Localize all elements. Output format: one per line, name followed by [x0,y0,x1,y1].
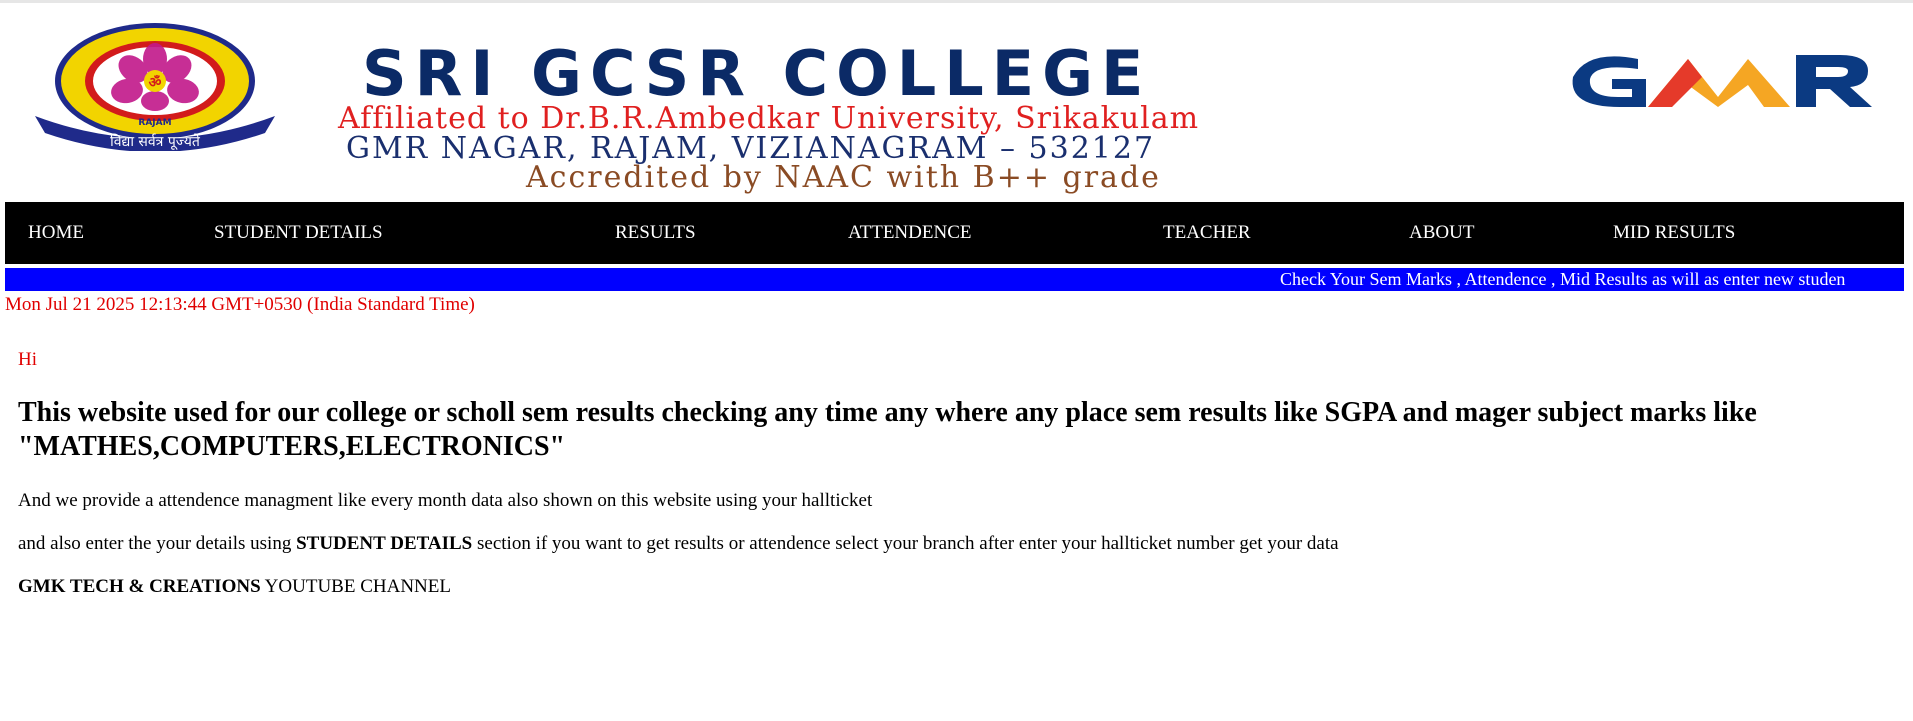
student-details-emphasis: STUDENT DETAILS [296,533,473,554]
nav-attendence-link[interactable]: ATTENDENCE [848,202,971,264]
channel-suffix: YOUTUBE CHANNEL [260,576,451,597]
channel-name: GMK TECH & CREATIONS [18,576,261,597]
nav-results-link[interactable]: RESULTS [615,202,696,264]
announcement-marquee: Check Your Sem Marks , Attendence , Mid … [5,268,1904,291]
marquee-text: Check Your Sem Marks , Attendence , Mid … [1280,269,1846,289]
college-title: SRI GCSR COLLEGE [362,37,1152,110]
channel-credit-paragraph: GMK TECH & CREATIONS YOUTUBE CHANNEL [18,575,451,599]
gmr-brand-logo [1572,55,1872,107]
site-header: ॐ RAJAM विद्या सर्वत्र पूज्यते SRI GCSR … [0,3,1913,203]
nav-home-link[interactable]: HOME [28,202,84,264]
college-seal-logo: ॐ RAJAM विद्या सर्वत्र पूज्यते [35,23,275,151]
svg-text:ॐ: ॐ [149,74,162,91]
nav-teacher-link[interactable]: TEACHER [1163,202,1251,264]
intro-heading: This website used for our college or sch… [18,397,1757,462]
main-navbar: HOME STUDENT DETAILS RESULTS ATTENDENCE … [5,202,1904,264]
para2-text-end: section if you want to get results or at… [472,533,1339,554]
svg-text:विद्या सर्वत्र पूज्यते: विद्या सर्वत्र पूज्यते [110,133,201,150]
nav-mid-results-link[interactable]: MID RESULTS [1613,202,1735,264]
para2-text-start: and also enter the your details using [18,533,297,554]
svg-text:RAJAM: RAJAM [138,118,171,128]
greeting-text: Hi [18,349,37,370]
nav-about-link[interactable]: ABOUT [1409,202,1474,264]
nav-student-details-link[interactable]: STUDENT DETAILS [214,202,383,264]
attendence-info-paragraph: And we provide a attendence managment li… [18,490,873,511]
current-datetime: Mon Jul 21 2025 12:13:44 GMT+0530 (India… [5,294,475,315]
student-details-info-paragraph: and also enter the your details using ST… [18,532,1339,556]
accreditation-text: Accredited by NAAC with B++ grade [526,160,1161,195]
